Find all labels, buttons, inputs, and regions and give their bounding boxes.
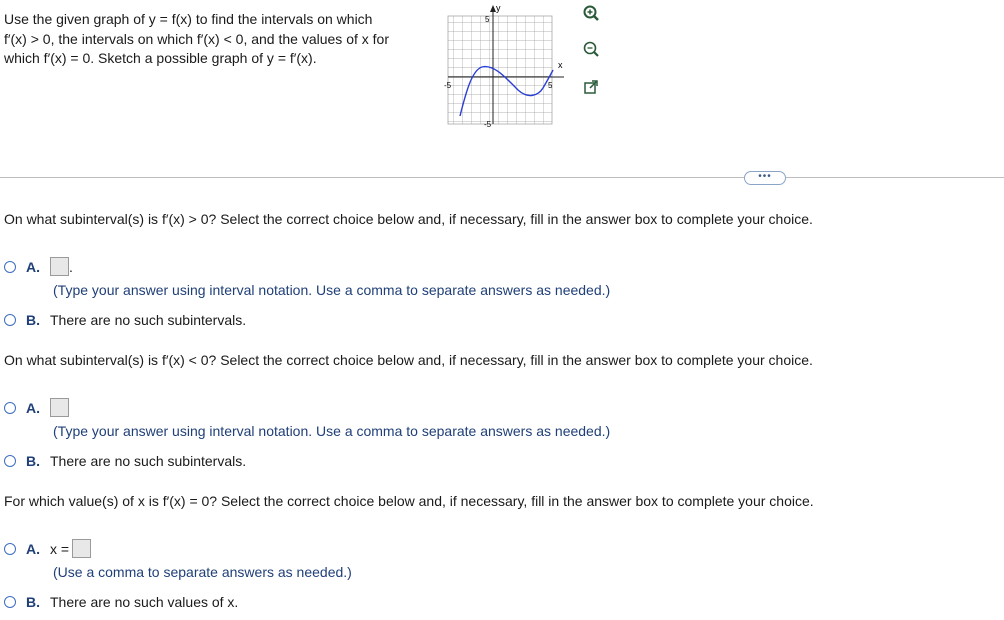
zoom-in-button[interactable] — [580, 2, 602, 24]
q1-answer-suffix: . — [69, 258, 73, 275]
q3-answer-box[interactable] — [72, 539, 92, 558]
q2-option-b[interactable]: B. There are no such subintervals. — [4, 453, 246, 469]
q3-option-a-radio[interactable] — [4, 542, 16, 555]
q3-option-a[interactable]: A. x = — [4, 539, 92, 558]
q1-option-b-text: There are no such subintervals. — [50, 312, 247, 328]
q1-answer-box[interactable] — [50, 257, 69, 276]
q3-option-b-label: B. — [26, 594, 40, 610]
q2-option-b-radio[interactable] — [4, 455, 16, 467]
q1-option-b[interactable]: B. There are no such subintervals. — [4, 312, 246, 328]
q2-option-a-radio[interactable] — [4, 401, 16, 414]
question-2-text: On what subinterval(s) is f′(x) < 0? Sel… — [4, 352, 813, 368]
q2-answer-box[interactable] — [50, 398, 69, 417]
q3-option-b-radio[interactable] — [4, 596, 16, 608]
popout-button[interactable] — [580, 76, 602, 98]
function-graph[interactable]: y 5 -5 -5 5 x — [444, 3, 580, 131]
x-tick-pos: 5 — [548, 81, 553, 90]
x-axis-label: x — [558, 60, 563, 70]
q3-option-b[interactable]: B. There are no such values of x. — [4, 594, 238, 610]
q1-option-b-radio[interactable] — [4, 314, 16, 326]
section-divider — [0, 177, 1004, 178]
zoom-out-icon — [583, 41, 599, 57]
graph-grid — [447, 15, 553, 125]
more-button[interactable]: ••• — [744, 171, 786, 185]
y-tick-pos: 5 — [485, 15, 490, 24]
y-tick-neg: -5 — [484, 120, 492, 128]
problem-line-2: f′(x) > 0, the intervals on which f′(x) … — [4, 30, 389, 47]
q2-hint: (Type your answer using interval notatio… — [53, 423, 611, 439]
q1-option-a[interactable]: A. . — [4, 257, 73, 276]
problem-line-3: which f′(x) = 0. Sketch a possible graph… — [4, 50, 317, 66]
zoom-in-icon — [583, 5, 599, 21]
q1-hint: (Type your answer using interval notatio… — [53, 282, 611, 298]
zoom-out-button[interactable] — [580, 38, 602, 60]
q3-x-equals: x = — [50, 540, 70, 557]
q3-option-b-text: There are no such values of x. — [50, 594, 239, 610]
q2-option-b-label: B. — [26, 453, 40, 469]
q3-option-a-label: A. — [26, 540, 40, 557]
q1-option-a-radio[interactable] — [4, 260, 16, 273]
popout-icon — [584, 80, 598, 94]
problem-line-1: Use the given graph of y = f(x) to find … — [4, 11, 373, 27]
q1-option-b-label: B. — [26, 312, 40, 328]
question-1-text: On what subinterval(s) is f′(x) > 0? Sel… — [4, 211, 813, 227]
y-axis-label: y — [496, 4, 501, 13]
q2-option-a-label: A. — [26, 399, 40, 416]
x-tick-neg: -5 — [444, 81, 452, 90]
graph-svg: y 5 -5 -5 5 x — [444, 3, 580, 129]
problem-statement: Use the given graph of y = f(x) to find … — [4, 10, 424, 69]
q1-option-a-label: A. — [26, 258, 40, 275]
q2-option-a[interactable]: A. — [4, 398, 69, 417]
q3-hint: (Use a comma to separate answers as need… — [53, 564, 352, 580]
q2-option-b-text: There are no such subintervals. — [50, 453, 247, 469]
question-3-text: For which value(s) of x is f′(x) = 0? Se… — [4, 493, 814, 509]
